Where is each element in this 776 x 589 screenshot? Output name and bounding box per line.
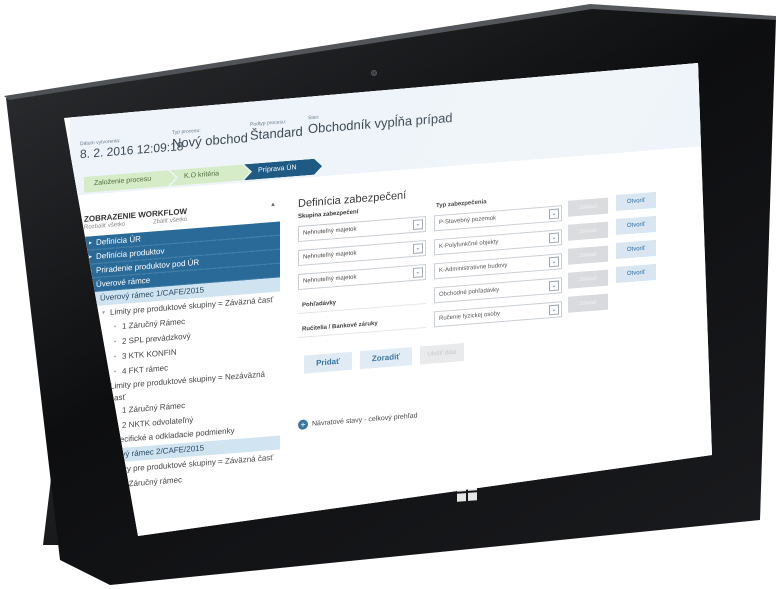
type-select[interactable]: P-Stavebný pozemok ⌄ [434,205,562,232]
open-button[interactable]: Otvoriť [616,263,656,284]
subtype-info: Podtyp procesu: Štandard [250,118,303,143]
column-header-group: Skupina zabezpečení [298,209,359,221]
delete-button[interactable]: Zmazať [568,221,608,241]
collapse-all-link[interactable]: Zbaliť všetko [153,217,187,226]
main-content: Definícia zabezpečení Skupina zabezpečen… [298,163,712,498]
chevron-down-icon: ⌄ [549,232,559,244]
plus-icon: + [298,419,308,431]
column-header-type: Typ zabezpečenia [436,199,487,210]
save-data-button[interactable]: Uložiť dáta [420,342,464,365]
subtype-value: Štandard [250,123,303,143]
type-select[interactable]: Ručenie fyzickej osoby ⌄ [434,301,562,328]
group-select[interactable]: Nehnuteľný majetok ⌄ [298,239,426,267]
open-button[interactable]: Otvoriť [616,191,656,212]
type-select[interactable]: K-Polyfunkčné objekty ⌄ [434,229,562,256]
group-value: Ručitelia / Bankové záruky [298,311,426,339]
section-title: Definícia zabezpečení [298,189,407,211]
chevron-down-icon: ⌄ [413,219,423,231]
sort-button[interactable]: Zoradiť [360,347,412,370]
collapse-up-icon[interactable]: ▲ [270,202,276,208]
type-select[interactable]: K-Administratívne budovy ⌄ [434,253,562,280]
group-value: Pohľadávky [298,287,426,315]
chevron-down-icon: ⌄ [413,267,423,279]
group-select[interactable]: Nehnuteľný majetok ⌄ [298,263,426,291]
created-info: Dátum vytvorenia: 8. 2. 2016 12:09:18 [80,133,183,161]
chevron-down-icon: ⌄ [413,243,423,255]
add-button[interactable]: Pridať [304,351,352,374]
chevron-down-icon: ⌄ [549,304,559,316]
return-states-link[interactable]: + Návratové stavy - celkový prehľad [298,411,418,431]
type-select[interactable]: Obchodné pohľadávky ⌄ [434,277,562,304]
chevron-down-icon: ⌄ [549,256,559,268]
delete-button[interactable]: Zmazať [568,197,608,217]
group-select[interactable]: Nehnuteľný majetok ⌄ [298,215,426,243]
open-button[interactable]: Otvoriť [616,239,656,260]
delete-button[interactable]: Zmazať [568,245,608,265]
open-button[interactable]: Otvoriť [616,215,656,236]
delete-button[interactable]: Zmazať [568,269,608,289]
type-info: Typ procesu: Nový obchod [172,124,248,151]
delete-button[interactable]: Zmazať [568,293,608,313]
camera-icon [371,70,377,76]
chevron-down-icon: ⌄ [549,280,559,292]
chevron-down-icon: ⌄ [549,208,559,220]
